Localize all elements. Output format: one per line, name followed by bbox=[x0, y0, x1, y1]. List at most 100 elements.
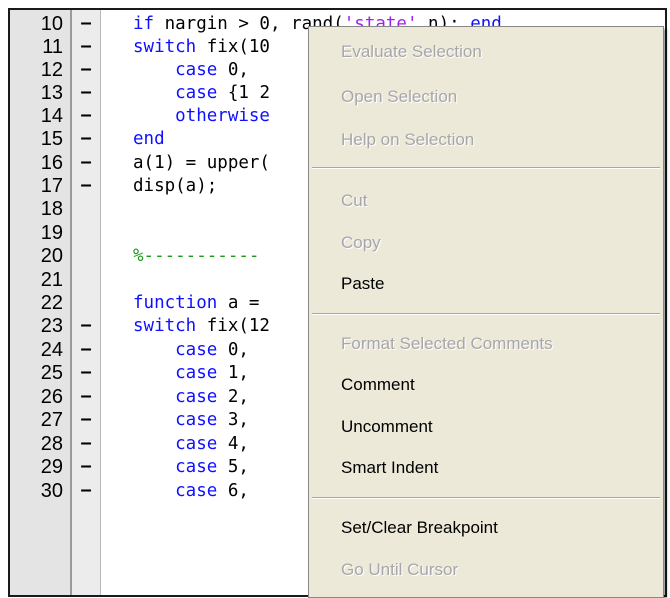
code-text: case 0, bbox=[133, 338, 249, 362]
code-token: 5, bbox=[217, 457, 249, 477]
executable-line-marker[interactable]: – bbox=[76, 361, 96, 383]
menu-separator bbox=[312, 497, 660, 499]
menu-item-evaluate-selection[interactable]: Evaluate Selection bbox=[341, 41, 482, 63]
line-number: 28 bbox=[40, 433, 63, 455]
line-number: 29 bbox=[40, 456, 63, 478]
keyword-token: case bbox=[133, 481, 218, 501]
code-token: 0, bbox=[217, 340, 249, 360]
menu-item-paste[interactable]: Paste bbox=[341, 273, 384, 295]
keyword-token: case bbox=[133, 340, 218, 360]
menu-item-go-until-cursor[interactable]: Go Until Cursor bbox=[341, 559, 458, 581]
executable-line-marker[interactable]: – bbox=[76, 151, 96, 173]
keyword-token: case bbox=[133, 363, 218, 383]
line-number: 21 bbox=[40, 269, 63, 291]
keyword-token: case bbox=[133, 387, 218, 407]
line-number: 24 bbox=[40, 339, 63, 361]
code-text: switch fix(12 bbox=[133, 314, 270, 338]
line-number: 14 bbox=[40, 105, 63, 127]
executable-line-marker[interactable]: – bbox=[76, 408, 96, 430]
keyword-token: function bbox=[133, 293, 218, 313]
code-text: case 1, bbox=[133, 361, 249, 385]
keyword-token: case bbox=[133, 457, 218, 477]
keyword-token: switch bbox=[133, 37, 197, 57]
code-text: case 5, bbox=[133, 455, 249, 479]
keyword-token: if bbox=[133, 14, 155, 34]
line-number: 15 bbox=[40, 128, 63, 150]
executable-line-marker[interactable]: – bbox=[76, 35, 96, 57]
code-text: function a = bbox=[133, 291, 259, 315]
line-number: 12 bbox=[40, 59, 63, 81]
line-number: 30 bbox=[40, 480, 63, 502]
keyword-token: end bbox=[133, 129, 165, 149]
comment-token: %----------- bbox=[133, 246, 260, 266]
menu-item-format-selected-comments[interactable]: Format Selected Comments bbox=[341, 333, 553, 355]
line-number: 26 bbox=[40, 386, 63, 408]
menu-separator bbox=[312, 313, 660, 315]
code-text: a(1) = upper( bbox=[133, 151, 270, 175]
code-text: case {1 2 bbox=[133, 81, 270, 105]
menu-item-smart-indent[interactable]: Smart Indent bbox=[341, 457, 438, 479]
line-number: 27 bbox=[40, 409, 63, 431]
line-number: 25 bbox=[40, 362, 63, 384]
code-text: case 2, bbox=[133, 385, 249, 409]
line-number: 13 bbox=[40, 82, 63, 104]
code-token: 6, bbox=[217, 481, 249, 501]
line-number: 19 bbox=[40, 222, 63, 244]
code-text: case 3, bbox=[133, 408, 249, 432]
code-text: switch fix(10 bbox=[133, 35, 270, 59]
context-menu: Evaluate Selection Open Selection Help o… bbox=[308, 26, 664, 598]
line-number: 17 bbox=[40, 175, 63, 197]
code-token: disp(a); bbox=[133, 176, 218, 196]
menu-item-comment[interactable]: Comment bbox=[341, 374, 415, 396]
line-number: 10 bbox=[40, 13, 63, 35]
line-number: 18 bbox=[40, 198, 63, 220]
code-token: 2, bbox=[217, 387, 249, 407]
line-number: 11 bbox=[42, 36, 63, 58]
executable-line-marker[interactable]: – bbox=[76, 479, 96, 501]
code-text: case 6, bbox=[133, 479, 249, 503]
line-number: 23 bbox=[40, 315, 63, 337]
executable-line-marker[interactable]: – bbox=[76, 338, 96, 360]
menu-item-set-clear-breakpoint[interactable]: Set/Clear Breakpoint bbox=[341, 517, 498, 539]
menu-item-uncomment[interactable]: Uncomment bbox=[341, 416, 433, 438]
code-text: disp(a); bbox=[133, 174, 217, 198]
code-text: case 0, bbox=[133, 58, 249, 82]
menu-item-help-on-selection[interactable]: Help on Selection bbox=[341, 129, 474, 151]
line-number: 16 bbox=[40, 152, 63, 174]
code-token: a = bbox=[217, 293, 260, 313]
keyword-token: case bbox=[133, 410, 218, 430]
executable-line-marker[interactable]: – bbox=[76, 455, 96, 477]
code-token: 0, bbox=[217, 60, 249, 80]
executable-line-marker[interactable]: – bbox=[76, 127, 96, 149]
executable-line-marker[interactable]: – bbox=[76, 81, 96, 103]
keyword-token: case bbox=[133, 83, 218, 103]
menu-item-open-selection[interactable]: Open Selection bbox=[341, 86, 457, 108]
code-token: nargin > 0 bbox=[154, 14, 270, 34]
menu-item-copy[interactable]: Copy bbox=[341, 232, 381, 254]
code-token: fix(10 bbox=[196, 37, 270, 57]
code-token: 4, bbox=[217, 434, 249, 454]
menu-separator bbox=[312, 167, 660, 169]
keyword-token: case bbox=[133, 60, 218, 80]
keyword-token: otherwise bbox=[133, 106, 270, 126]
menu-item-cut[interactable]: Cut bbox=[341, 190, 367, 212]
code-text: otherwise bbox=[133, 104, 270, 128]
code-token: fix(12 bbox=[196, 316, 270, 336]
line-number: 20 bbox=[40, 245, 63, 267]
code-token: 1, bbox=[217, 363, 249, 383]
keyword-token: switch bbox=[133, 316, 197, 336]
code-token: a(1) = upper( bbox=[133, 153, 270, 173]
code-text: case 4, bbox=[133, 432, 249, 456]
executable-line-marker[interactable]: – bbox=[76, 12, 96, 34]
executable-line-marker[interactable]: – bbox=[76, 58, 96, 80]
keyword-token: case bbox=[133, 434, 218, 454]
executable-line-marker[interactable]: – bbox=[76, 385, 96, 407]
executable-line-marker[interactable]: – bbox=[76, 314, 96, 336]
code-text: %----------- bbox=[133, 244, 259, 268]
executable-line-marker[interactable]: – bbox=[76, 432, 96, 454]
code-token: 3, bbox=[217, 410, 249, 430]
executable-line-marker[interactable]: – bbox=[76, 174, 96, 196]
code-text: end bbox=[133, 127, 165, 151]
executable-line-marker[interactable]: – bbox=[76, 104, 96, 126]
code-token: {1 2 bbox=[217, 83, 270, 103]
